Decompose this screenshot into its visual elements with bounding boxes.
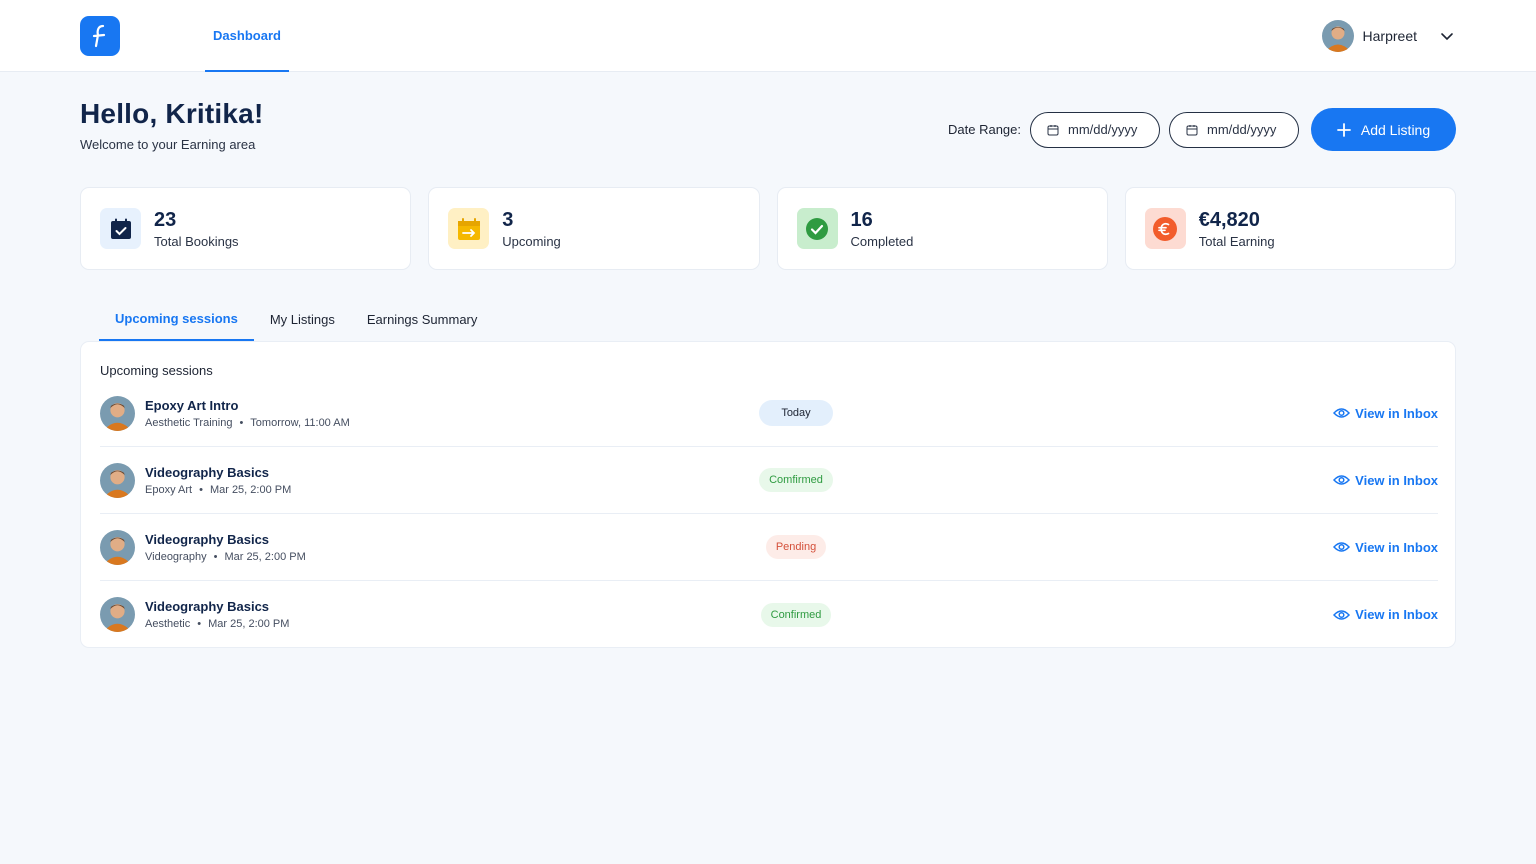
plus-icon [1336, 122, 1351, 137]
avatar [100, 529, 135, 565]
status-badge: Today [759, 400, 833, 426]
date-from-input[interactable] [1068, 122, 1150, 137]
logo-icon [92, 24, 106, 48]
avatar [100, 597, 135, 632]
avatar [1321, 20, 1354, 52]
session-meta: Aesthetic Training • Tomorrow, 11:00 AM [145, 417, 685, 429]
stat-label: Total Bookings [154, 233, 239, 249]
stat-value: €4,820 [1198, 208, 1260, 231]
status-badge: Pending [765, 535, 827, 559]
date-from-field[interactable] [1030, 111, 1160, 148]
stat-label: Upcoming [502, 233, 561, 249]
stats-row: 23 Total Bookings 3 Upcoming 16 Complete… [80, 187, 1456, 270]
view-in-inbox-label: View in Inbox [1355, 405, 1438, 421]
session-meta: Epoxy Art • Mar 25, 2:00 PM [145, 484, 685, 496]
avatar [100, 462, 135, 498]
stat-card-total-earning: €4,820 Total Earning [1124, 187, 1456, 270]
view-in-inbox-label: View in Inbox [1355, 472, 1438, 488]
sessions-panel: Upcoming sessions Epoxy Art Intro Aesthe… [80, 341, 1456, 648]
session-row: Videography Basics Epoxy Art • Mar 25, 2:0… [100, 447, 1438, 514]
status-badge: Comfirmed [759, 468, 833, 492]
status-badge: Confirmed [760, 602, 832, 627]
check-circle-icon [796, 208, 838, 249]
session-category: Videography [145, 550, 207, 563]
stat-value: 16 [850, 208, 873, 231]
user-name: Harpreet [1362, 28, 1417, 44]
view-in-inbox-link[interactable]: View in Inbox [1333, 406, 1438, 421]
date-range-controls: Date Range: Add Listing [948, 108, 1456, 151]
date-to-field[interactable] [1169, 111, 1299, 148]
date-to-input[interactable] [1207, 122, 1289, 137]
section-tabs: Upcoming sessions My Listings Earnings S… [99, 297, 493, 341]
top-navbar: Dashboard Harpreet [0, 0, 1536, 72]
avatar [100, 395, 135, 431]
session-category: Epoxy Art [145, 483, 193, 496]
stat-card-upcoming: 3 Upcoming [428, 187, 760, 270]
session-time: Mar 25, 2:00 PM [208, 618, 290, 630]
session-time: Mar 25, 2:00 PM [224, 550, 306, 563]
view-in-inbox-link[interactable]: View in Inbox [1333, 607, 1438, 622]
date-range-label: Date Range: [948, 122, 1021, 137]
nav-tab-dashboard[interactable]: Dashboard [205, 0, 289, 72]
session-category: Aesthetic [145, 618, 191, 630]
eye-icon [1333, 475, 1351, 485]
session-title: Videography Basics [145, 464, 270, 480]
eye-icon [1333, 408, 1351, 418]
session-row: Videography Basics Videography • Mar 25, 2… [100, 514, 1438, 581]
euro-icon [1144, 208, 1186, 249]
tab-my-listings[interactable]: My Listings [254, 297, 351, 341]
session-row: Videography Basics Aesthetic • Mar 25, 2:0… [100, 581, 1438, 648]
stat-label: Total Earning [1198, 233, 1275, 249]
stat-card-total-bookings: 23 Total Bookings [80, 187, 412, 270]
session-category: Aesthetic Training [145, 416, 233, 429]
tab-upcoming-sessions[interactable]: Upcoming sessions [99, 297, 254, 341]
panel-title: Upcoming sessions [100, 363, 213, 378]
user-menu[interactable]: Harpreet [1321, 19, 1454, 53]
page-title: Hello, Kritika! [80, 98, 264, 129]
calendar-arrow-icon [448, 208, 490, 249]
view-in-inbox-link[interactable]: View in Inbox [1333, 540, 1438, 555]
calendar-icon [1186, 124, 1198, 135]
meta-separator: • [239, 416, 244, 429]
stat-value: 23 [154, 208, 177, 231]
stat-card-completed: 16 Completed [776, 187, 1108, 270]
eye-icon [1333, 542, 1351, 552]
tab-earnings-summary[interactable]: Earnings Summary [351, 297, 494, 341]
stat-value: 3 [502, 208, 514, 231]
view-in-inbox-label: View in Inbox [1355, 607, 1438, 622]
eye-icon [1333, 609, 1351, 620]
session-time: Tomorrow, 11:00 AM [250, 416, 350, 429]
session-title: Epoxy Art Intro [145, 397, 239, 413]
session-time: Mar 25, 2:00 PM [209, 483, 292, 496]
view-in-inbox-link[interactable]: View in Inbox [1333, 473, 1438, 488]
add-listing-button[interactable]: Add Listing [1311, 108, 1456, 151]
session-row: Epoxy Art Intro Aesthetic Training • Tomor… [100, 380, 1438, 447]
meta-separator: • [197, 618, 202, 630]
meta-separator: • [213, 550, 218, 563]
session-meta: Videography • Mar 25, 2:00 PM [145, 551, 685, 563]
session-title: Videography Basics [145, 599, 270, 614]
app-logo[interactable] [80, 16, 120, 56]
meta-separator: • [199, 483, 203, 496]
calendar-check-icon [100, 208, 141, 249]
session-title: Videography Basics [145, 531, 270, 547]
page-subtitle: Welcome to your Earning area [80, 137, 256, 152]
chevron-down-icon[interactable] [1440, 29, 1454, 43]
add-listing-label: Add Listing [1360, 121, 1431, 138]
view-in-inbox-label: View in Inbox [1355, 539, 1438, 555]
session-meta: Aesthetic • Mar 25, 2:00 PM [145, 618, 685, 630]
calendar-icon [1047, 124, 1059, 135]
stat-label: Completed [850, 233, 914, 249]
